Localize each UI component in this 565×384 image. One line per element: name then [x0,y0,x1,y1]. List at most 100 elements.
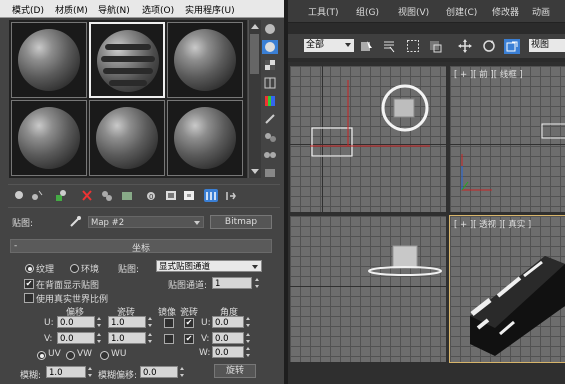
map-channel-field[interactable]: 1 [212,277,252,289]
uv-radio[interactable] [37,351,46,360]
menu-create[interactable]: 创建(C) [446,5,477,18]
w-angle-spinner[interactable] [245,346,252,358]
rectangular-selection-icon[interactable] [406,39,420,53]
show-map-on-back-checkbox[interactable]: ✔ [24,279,34,289]
vw-radio[interactable] [66,351,75,360]
menu-utilities[interactable]: 实用程序(U) [185,3,235,16]
texture-radio[interactable] [25,264,34,273]
material-sphere [174,29,236,91]
make-preview-icon[interactable] [262,112,278,126]
reset-map-icon[interactable] [80,189,94,202]
menu-tools[interactable]: 工具(T) [308,5,339,18]
get-material-icon[interactable] [12,189,26,202]
texture-label: 纹理 [36,265,55,275]
select-by-name-icon[interactable] [382,39,396,53]
map-channel-spinner[interactable] [254,277,261,289]
mapping-dropdown[interactable]: 显式贴图通道 [156,260,262,272]
make-unique-icon[interactable] [100,189,114,202]
u-mirror-checkbox[interactable] [164,318,174,328]
rotate-icon[interactable] [482,39,496,53]
u-tiling-field[interactable]: 1.0 [108,316,146,328]
material-id-icon[interactable]: 0 [144,189,158,202]
menu-navigation[interactable]: 导航(N) [98,3,130,16]
v-offset-field[interactable]: 0.0 [57,332,95,344]
viewport-front[interactable]: [ + ][ 前 ][ 线框 ] [450,66,565,212]
blur-field[interactable]: 1.0 [46,366,86,378]
sample-slot[interactable] [11,22,87,98]
v-tiling-spinner[interactable] [147,332,154,344]
eyedropper-icon[interactable] [68,215,82,228]
sample-type-icon[interactable] [262,22,278,36]
v-angle-field[interactable]: 0.0 [212,332,244,344]
viewport-perspective[interactable]: [ + ][ 透视 ][ 真实 ] [449,215,565,363]
background-checker-icon[interactable] [262,58,278,72]
sample-uv-tiling-icon[interactable] [262,76,278,90]
v-tile-checkbox[interactable]: ✔ [184,334,194,344]
sample-slot[interactable] [89,100,165,176]
put-to-library-icon[interactable] [120,189,134,202]
w-angle-field[interactable]: 0.0 [212,346,244,358]
blur-offset-field[interactable]: 0.0 [140,366,178,378]
show-shaded-map-icon[interactable] [164,189,178,202]
material-editor-menubar: 模式(D) 材质(M) 导航(N) 选项(O) 实用程序(U) [0,0,284,18]
map-name-field[interactable]: Map #2 [88,216,204,228]
scale-icon[interactable] [504,39,520,54]
v-angle-spinner[interactable] [245,332,252,344]
u-offset-field[interactable]: 0.0 [57,316,95,328]
select-object-icon[interactable] [360,39,374,53]
material-sphere [18,29,80,91]
assign-material-icon[interactable] [54,189,68,202]
slots-vertical-scrollbar[interactable] [248,20,261,178]
selection-filter-dropdown[interactable]: 全部 [304,39,354,52]
coordinates-rollout-header[interactable]: - 坐标 [10,239,272,254]
viewport-top[interactable] [290,66,446,212]
menu-views[interactable]: 视图(V) [398,5,429,18]
move-icon[interactable] [458,39,472,53]
put-material-icon[interactable] [30,189,44,202]
v-tiling-field[interactable]: 1.0 [108,332,146,344]
sample-slot[interactable] [167,22,243,98]
backlight-icon[interactable] [262,40,278,54]
menu-mode[interactable]: 模式(D) [12,3,44,16]
go-forward-sibling-icon[interactable] [224,189,238,202]
u-angle-field[interactable]: 0.0 [212,316,244,328]
sample-slot[interactable] [167,100,243,176]
blur-offset-label: 模糊偏移: [98,371,138,381]
material-map-navigator-icon[interactable] [262,166,278,180]
sample-slot[interactable] [11,100,87,176]
main-toolbar: 全部 视图 [288,34,565,58]
u-offset-spinner[interactable] [96,316,103,328]
video-color-check-icon[interactable] [262,94,278,108]
v-mirror-checkbox[interactable] [164,334,174,344]
window-crossing-icon[interactable] [428,39,442,53]
menu-modifiers[interactable]: 修改器 [492,5,519,18]
real-world-scale-checkbox[interactable] [24,293,34,303]
sample-slot-selected[interactable] [89,22,165,98]
show-final-result-icon[interactable] [182,189,196,202]
options-icon[interactable] [262,130,278,144]
blur-offset-spinner[interactable] [179,366,186,378]
mapping-label: 贴图: [118,265,140,275]
u-tile-checkbox[interactable]: ✔ [184,318,194,328]
environ-radio[interactable] [70,264,79,273]
tile-column-header: 瓷砖 [180,308,199,318]
v-offset-spinner[interactable] [96,332,103,344]
u-tiling-spinner[interactable] [147,316,154,328]
menu-material[interactable]: 材质(M) [55,3,88,16]
go-to-parent-icon[interactable] [204,189,218,202]
viewport-area: [ + ][ 前 ][ 线框 ] [ + ][ 透视 ][ 真实 ] [288,62,565,384]
rotate-button[interactable]: 旋转 [214,364,256,378]
wu-radio[interactable] [100,351,109,360]
u-angle-label: U: [201,318,211,328]
menu-animation[interactable]: 动画 [532,5,550,18]
material-sphere [18,107,80,169]
menu-group[interactable]: 组(G) [356,5,379,18]
reference-coordinate-dropdown[interactable]: 视图 [529,39,565,52]
u-angle-spinner[interactable] [245,316,252,328]
map-type-button[interactable]: Bitmap [210,215,272,229]
menu-options[interactable]: 选项(O) [142,3,174,16]
blur-spinner[interactable] [87,366,94,378]
main-menubar: 工具(T) 组(G) 视图(V) 创建(C) 修改器 动画 [288,0,565,23]
viewport-left[interactable] [290,216,446,362]
select-by-material-icon[interactable] [262,148,278,162]
